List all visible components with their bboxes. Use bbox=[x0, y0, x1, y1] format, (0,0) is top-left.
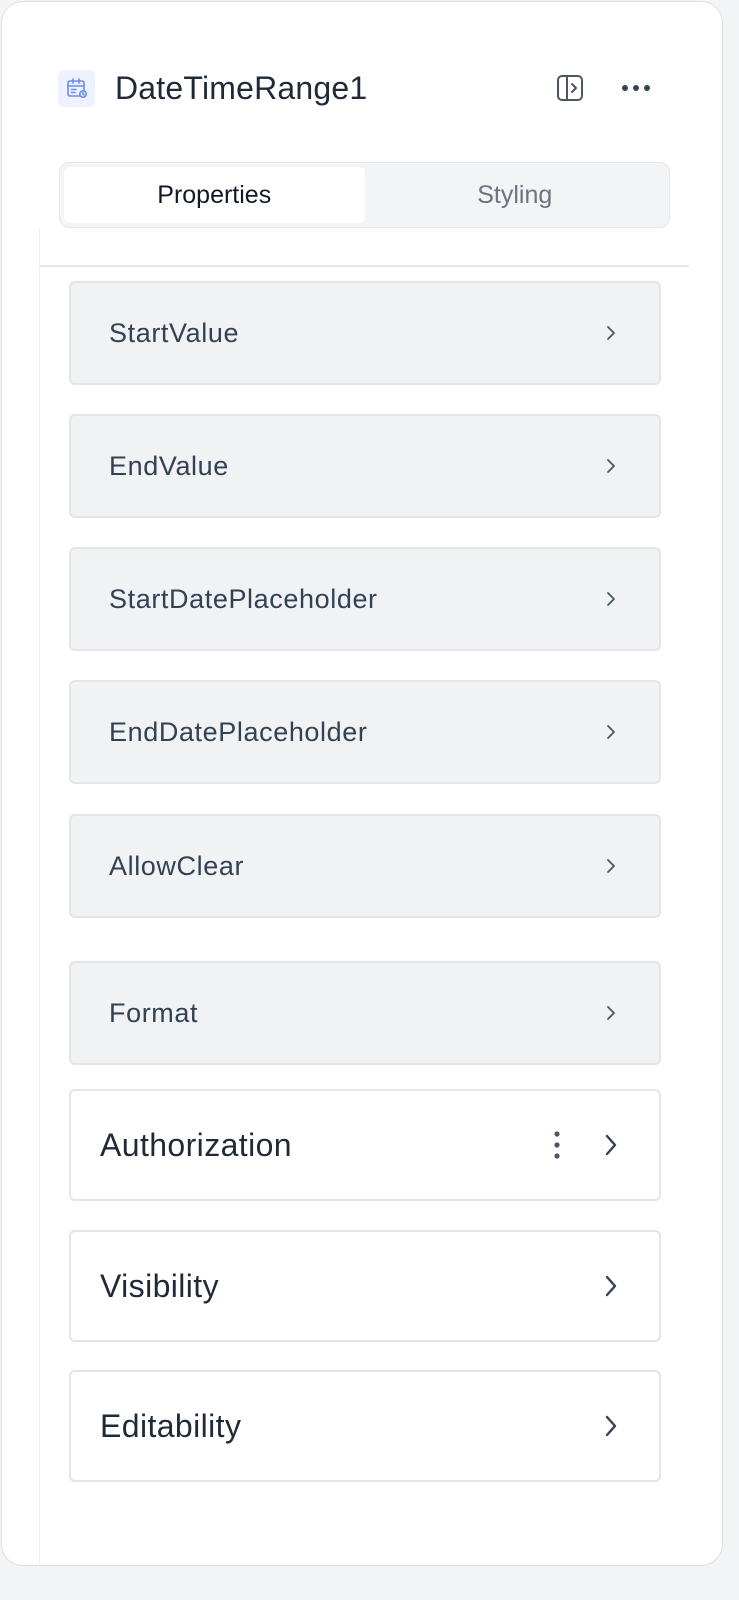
calendar-icon bbox=[58, 69, 95, 107]
chevron-right-icon bbox=[601, 1272, 621, 1300]
component-title: DateTimeRange1 bbox=[115, 69, 368, 106]
property-row-enddateplaceholder[interactable]: EndDatePlaceholder bbox=[69, 680, 661, 784]
panel-toggle-icon[interactable] bbox=[554, 72, 586, 104]
property-row-allowclear[interactable]: AllowClear bbox=[69, 814, 661, 918]
more-horizontal-icon[interactable] bbox=[620, 72, 652, 104]
chevron-right-icon bbox=[603, 323, 619, 343]
property-label: Format bbox=[109, 997, 199, 1028]
property-row-startdateplaceholder[interactable]: StartDatePlaceholder bbox=[69, 547, 661, 651]
chevron-right-icon bbox=[603, 456, 619, 476]
chevron-right-icon bbox=[603, 589, 619, 609]
property-label: EndValue bbox=[109, 450, 229, 481]
panel-header: DateTimeRange1 bbox=[58, 68, 652, 108]
property-row-startvalue[interactable]: StartValue bbox=[69, 281, 661, 385]
section-label: Authorization bbox=[100, 1126, 292, 1163]
section-editability[interactable]: Editability bbox=[69, 1370, 661, 1482]
property-label: StartValue bbox=[109, 317, 240, 348]
tab-styling[interactable]: Styling bbox=[365, 167, 666, 223]
panel-inner-rule bbox=[39, 228, 40, 1565]
section-label: Editability bbox=[100, 1407, 242, 1444]
more-vertical-icon[interactable] bbox=[545, 1128, 569, 1162]
header-actions bbox=[554, 68, 652, 108]
tab-properties[interactable]: Properties bbox=[64, 167, 365, 223]
chevron-right-icon bbox=[601, 1131, 621, 1159]
property-label: AllowClear bbox=[109, 850, 245, 881]
section-visibility[interactable]: Visibility bbox=[69, 1230, 661, 1342]
panel-tabs: Properties Styling bbox=[59, 162, 670, 228]
chevron-right-icon bbox=[603, 722, 619, 742]
property-row-format[interactable]: Format bbox=[69, 961, 661, 1065]
chevron-right-icon bbox=[601, 1412, 621, 1440]
section-label: Visibility bbox=[100, 1267, 219, 1304]
section-authorization[interactable]: Authorization bbox=[69, 1089, 661, 1201]
property-row-endvalue[interactable]: EndValue bbox=[69, 414, 661, 518]
properties-panel: DateTimeRange1 Properties Styling StartV… bbox=[1, 1, 723, 1566]
chevron-right-icon bbox=[603, 1003, 619, 1023]
property-label: EndDatePlaceholder bbox=[109, 716, 368, 747]
chevron-right-icon bbox=[603, 856, 619, 876]
tabs-divider bbox=[39, 265, 689, 267]
property-label: StartDatePlaceholder bbox=[109, 583, 378, 614]
